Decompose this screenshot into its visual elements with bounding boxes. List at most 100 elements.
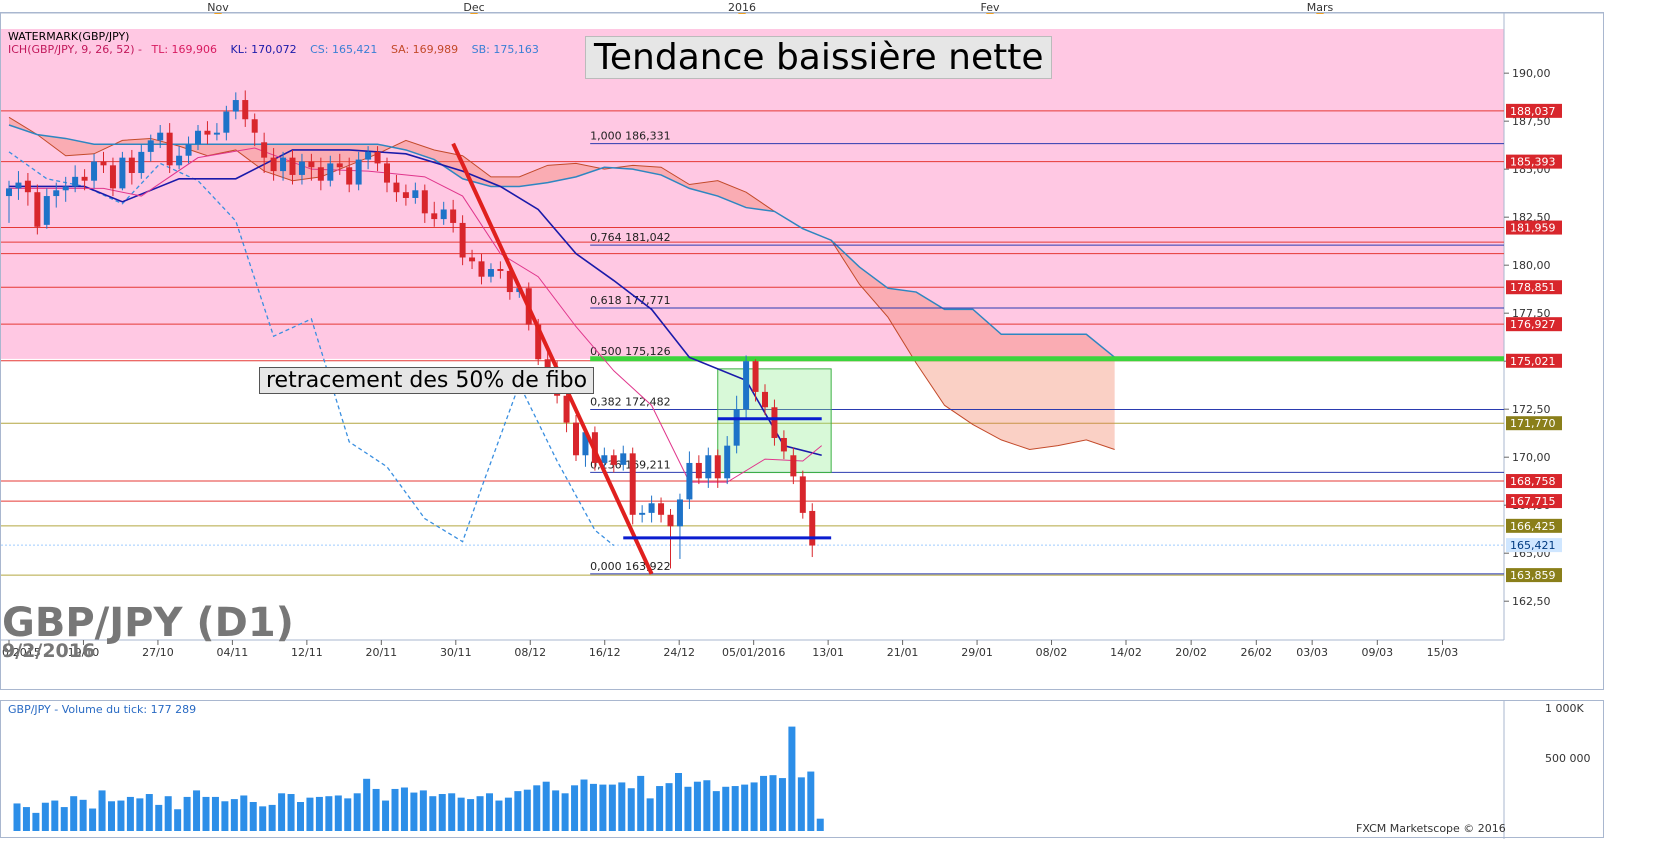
volume-bar	[202, 796, 210, 831]
bear-candle	[799, 476, 806, 513]
bull-candle	[733, 409, 740, 446]
y-tick-label: 180,00	[1512, 259, 1551, 272]
volume-bar	[760, 775, 768, 831]
volume-bar	[193, 790, 201, 831]
bear-candle	[573, 422, 579, 456]
price-chart-panel[interactable]: 190,00187,50185,00182,50180,00177,50175,…	[0, 12, 1604, 690]
bull-candle	[91, 161, 98, 181]
bear-candle	[771, 407, 778, 438]
x-tick-label: 04/11	[217, 646, 249, 659]
month-marker	[1316, 13, 1324, 14]
bull-candle	[6, 188, 12, 197]
x-tick-label: 24/12	[663, 646, 695, 659]
bear-candle	[752, 361, 759, 392]
volume-bar	[372, 788, 380, 831]
bear-candle	[497, 269, 504, 271]
volume-bar	[476, 796, 484, 831]
y-tick-label: 190,00	[1512, 67, 1551, 80]
volume-bar	[70, 796, 78, 831]
bull-candle	[62, 186, 69, 191]
bear-candle	[374, 151, 381, 164]
bear-candle	[421, 190, 428, 214]
volume-bar	[712, 791, 720, 831]
bear-candle	[81, 176, 88, 181]
volume-bar	[211, 796, 219, 831]
month-label: Mars	[1307, 1, 1334, 14]
bull-candle	[15, 182, 22, 189]
y-tick-label: 170,00	[1512, 451, 1551, 464]
volume-bar	[750, 782, 758, 831]
x-tick-label: 12/11	[291, 646, 323, 659]
bear-candle	[346, 167, 353, 185]
volume-bar	[145, 794, 153, 831]
volume-bar	[703, 780, 711, 831]
bear-candle	[714, 455, 721, 479]
volume-bar	[788, 726, 796, 831]
volume-bar	[675, 773, 682, 831]
volume-chart[interactable]	[1, 701, 1605, 839]
volume-bar	[391, 788, 399, 831]
bear-candle	[450, 209, 457, 223]
volume-bar	[353, 793, 361, 831]
volume-bar	[51, 800, 59, 831]
fib-level-label: 0,382 172,482	[590, 396, 670, 409]
ichimoku-legend: ICH(GBP/JPY, 9, 26, 52) - TL: 169,906 KL…	[8, 43, 539, 56]
volume-bar	[259, 806, 267, 831]
x-tick-label: 16/12	[589, 646, 621, 659]
volume-bar	[571, 785, 579, 831]
volume-bar	[363, 778, 371, 831]
bull-candle	[686, 462, 693, 500]
bull-candle	[280, 157, 287, 172]
volume-bar	[306, 797, 314, 831]
volume-bar	[287, 794, 295, 831]
x-tick-label: 05/01/2016	[722, 646, 785, 659]
chart-title-annotation: Tendance baissière nette	[585, 36, 1053, 79]
volume-bar	[108, 801, 115, 831]
price-level-text: 178,851	[1510, 281, 1556, 294]
volume-bar	[126, 796, 134, 831]
bull-candle	[440, 209, 447, 220]
volume-bar	[117, 800, 125, 831]
volume-bar	[514, 791, 522, 831]
bull-candle	[43, 196, 50, 225]
span-b-value: SB: 175,163	[471, 43, 539, 56]
bear-candle	[563, 395, 570, 423]
bear-candle	[762, 391, 768, 408]
volume-bar	[807, 771, 815, 831]
bull-candle	[724, 445, 731, 479]
volume-bar	[174, 809, 182, 831]
fibo-annotation: retracement des 50% de fibo	[259, 367, 595, 394]
volume-bar	[448, 793, 456, 831]
volume-bar	[89, 808, 97, 831]
bull-candle	[223, 111, 230, 133]
price-chart[interactable]: 190,00187,50185,00182,50180,00177,50175,…	[0, 13, 1605, 691]
bear-candle	[658, 503, 665, 515]
bull-candle	[705, 455, 712, 479]
volume-bar	[334, 795, 342, 831]
bear-candle	[790, 455, 797, 477]
volume-bar	[646, 798, 654, 831]
volume-bar	[561, 793, 569, 831]
volume-bar	[278, 793, 286, 831]
month-label: Nov	[207, 1, 229, 14]
volume-bar	[98, 790, 106, 831]
tenkan-value: TL: 169,906	[151, 43, 218, 56]
bear-candle	[109, 165, 116, 189]
month-marker	[986, 13, 994, 14]
volume-bar	[608, 784, 616, 831]
watermark-label: WATERMARK(GBP/JPY)	[8, 30, 130, 43]
bull-candle	[147, 140, 154, 152]
month-marker	[738, 13, 746, 14]
volume-panel[interactable]	[0, 700, 1605, 839]
volume-bar	[665, 783, 673, 831]
x-tick-label: 30/11	[440, 646, 472, 659]
fib-level-label: 0,500 175,126	[590, 345, 670, 358]
volume-bar	[731, 786, 739, 831]
bear-candle	[128, 157, 135, 174]
volume-bar	[419, 790, 427, 831]
x-tick-label: 29/01	[961, 646, 993, 659]
volume-bar	[684, 786, 692, 831]
bull-candle	[53, 190, 60, 197]
price-level-text: 167,715	[1510, 495, 1556, 508]
x-tick-label: 26/02	[1240, 646, 1272, 659]
